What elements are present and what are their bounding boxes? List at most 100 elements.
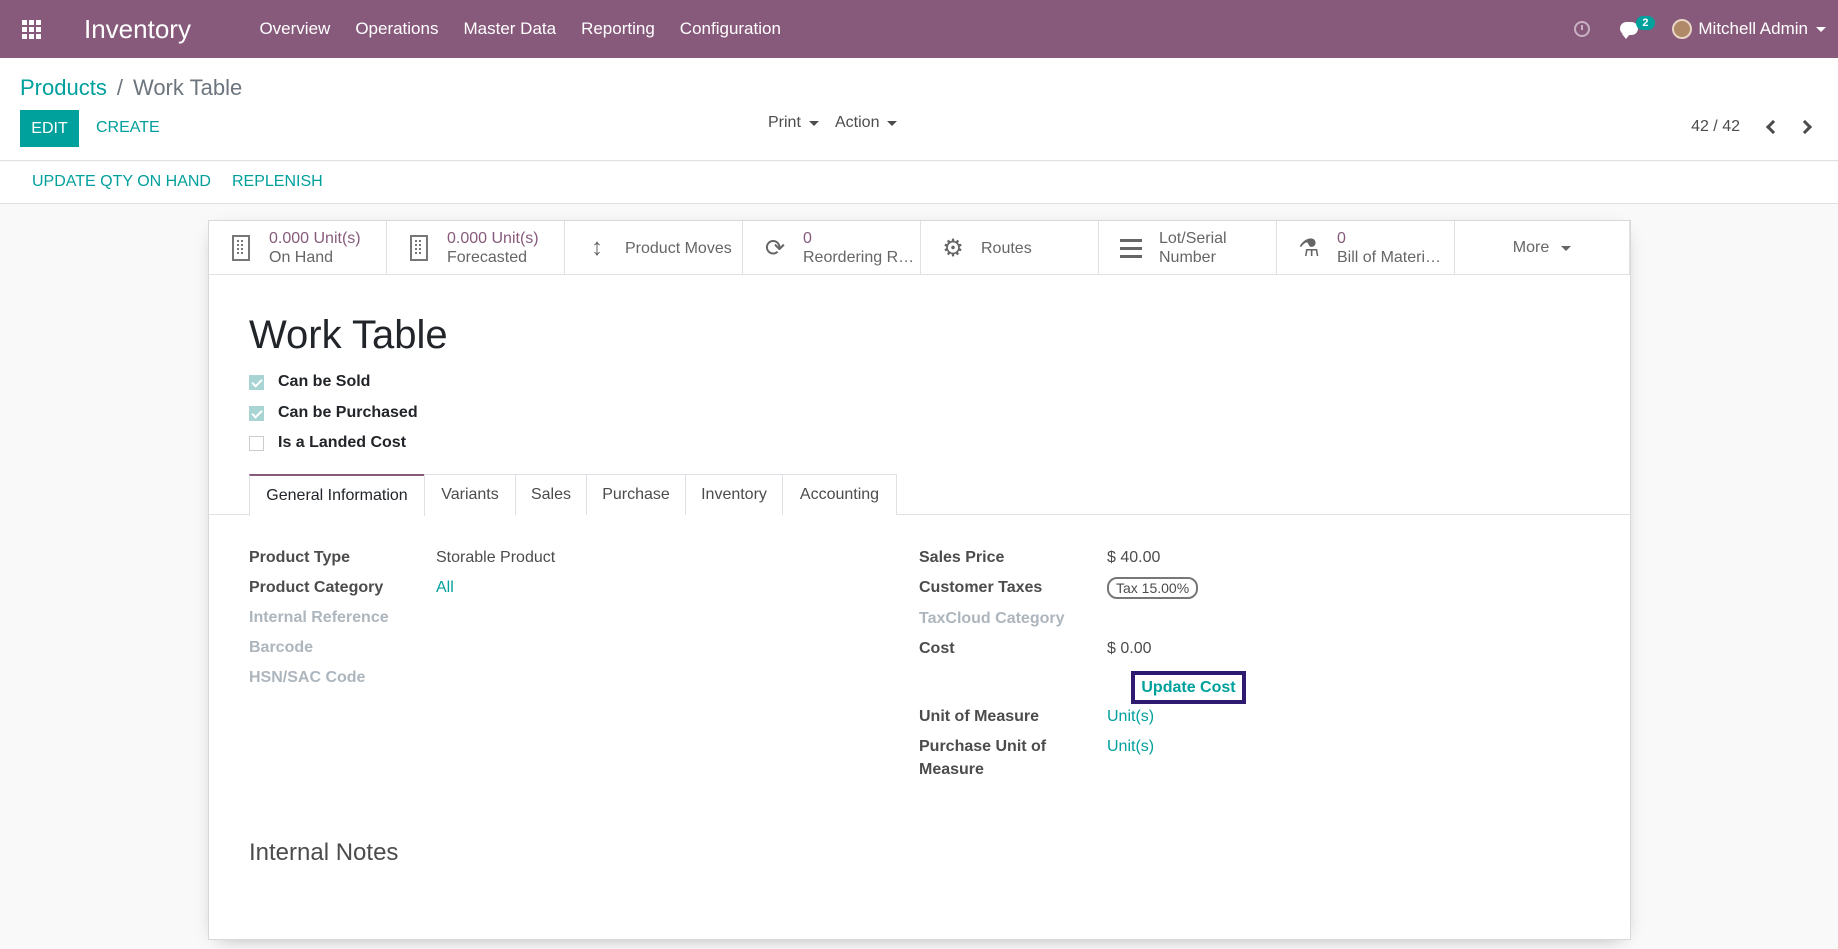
purchase-uom-label: Purchase Unit of Measure — [919, 738, 1046, 779]
lot-serial-label-2: Number — [1159, 249, 1216, 266]
messages-chat-icon[interactable]: 2 — [1620, 16, 1655, 39]
replenish-button[interactable]: REPLENISH — [232, 173, 323, 191]
breadcrumb: Products / Work Table — [20, 75, 242, 101]
tab-purchase[interactable]: Purchase — [586, 474, 686, 515]
unit-of-measure-link[interactable]: Unit(s) — [1107, 708, 1154, 726]
lot-serial-label: Lot/Serial — [1159, 230, 1227, 247]
customer-taxes-label: Customer Taxes — [919, 579, 1043, 596]
breadcrumb-current: Work Table — [132, 75, 243, 100]
create-button[interactable]: CREATE — [96, 119, 160, 137]
product-category-link[interactable]: All — [436, 579, 454, 597]
smart-buttons-bar: 0.000 Unit(s) On Hand 0.000 Unit(s) Fore… — [209, 221, 1630, 275]
customer-tax-tag: Tax 15.00% — [1107, 577, 1199, 599]
menu-item-configuration[interactable]: Configuration — [667, 19, 793, 39]
print-label: Print — [768, 114, 801, 131]
user-menu-caret-icon[interactable] — [1816, 26, 1826, 32]
tab-inventory[interactable]: Inventory — [685, 474, 783, 515]
flask-icon: ⚗ — [1298, 234, 1320, 262]
menu-item-operations[interactable]: Operations — [343, 19, 451, 39]
purchase-uom-label-line1: Purchase Unit of — [919, 738, 1047, 755]
form-statusbar: UPDATE QTY ON HAND REPLENISH — [0, 162, 1838, 204]
menu-item-reporting[interactable]: Reporting — [569, 19, 668, 39]
unit-of-measure-label: Unit of Measure — [919, 708, 1040, 725]
caret-down-icon — [887, 120, 898, 126]
product-type-value: Storable Product — [436, 549, 556, 566]
caret-down-icon — [808, 120, 819, 126]
list-icon — [1119, 234, 1143, 262]
can-be-purchased-label: Can be Purchased — [278, 404, 418, 421]
main-menu: Overview Operations Master Data Reportin… — [247, 19, 793, 39]
cost-label: Cost — [919, 640, 955, 657]
app-title[interactable]: Inventory — [84, 14, 191, 45]
on-hand-value: 0.000 Unit(s) — [269, 230, 361, 247]
forecasted-button[interactable]: 0.000 Unit(s) Forecasted — [387, 221, 565, 275]
action-dropdown[interactable]: Action — [835, 114, 898, 132]
tab-accounting[interactable]: Accounting — [782, 474, 897, 515]
barcode-label: Barcode — [249, 639, 314, 656]
purchase-uom-link[interactable]: Unit(s) — [1107, 738, 1154, 756]
more-button[interactable]: More — [1455, 221, 1630, 275]
hsn-sac-code-label: HSN/SAC Code — [249, 669, 366, 686]
user-menu[interactable]: Mitchell Admin — [1698, 19, 1808, 39]
print-dropdown[interactable]: Print — [768, 114, 819, 132]
pager: 42 / 42 — [1691, 118, 1813, 136]
product-category-label: Product Category — [249, 579, 384, 596]
action-label: Action — [835, 114, 880, 131]
bom-value: 0 — [1337, 230, 1346, 247]
tab-sales[interactable]: Sales — [515, 474, 587, 515]
can-be-purchased-row: Can be Purchased — [249, 404, 418, 422]
product-moves-button[interactable]: ↕ Product Moves — [565, 221, 743, 275]
product-name: Work Table — [249, 313, 448, 357]
apps-menu-icon[interactable] — [0, 0, 62, 58]
can-be-purchased-checkbox[interactable] — [249, 405, 264, 421]
next-chevron-icon[interactable] — [1797, 119, 1813, 135]
bom-label: Bill of Materi… — [1337, 249, 1442, 266]
cost-value: $ 0.00 — [1107, 640, 1152, 657]
reordering-rules-button[interactable]: ⟳ 0 Reordering R… — [743, 221, 921, 275]
update-cost-button[interactable]: Update Cost — [1131, 671, 1246, 704]
forecasted-value: 0.000 Unit(s) — [447, 230, 539, 247]
tab-general-information[interactable]: General Information — [249, 474, 425, 516]
building-icon — [229, 234, 253, 262]
breadcrumb-separator: / — [116, 75, 123, 100]
navbar-systray: 2 Mitchell Admin — [1574, 0, 1838, 58]
edit-button[interactable]: EDIT — [20, 110, 79, 147]
is-landed-cost-label: Is a Landed Cost — [278, 434, 407, 451]
lot-serial-button[interactable]: Lot/Serial Number — [1099, 221, 1277, 275]
notebook-tabs: General Information Variants Sales Purch… — [209, 474, 1630, 516]
menu-item-overview[interactable]: Overview — [247, 19, 343, 39]
taxcloud-category-label: TaxCloud Category — [919, 610, 1065, 627]
product-type-label: Product Type — [249, 549, 351, 566]
gears-icon: ⚙ — [942, 234, 964, 262]
update-qty-on-hand-button[interactable]: UPDATE QTY ON HAND — [32, 173, 211, 191]
previous-chevron-icon[interactable] — [1765, 119, 1781, 135]
breadcrumb-products[interactable]: Products — [20, 75, 107, 101]
refresh-icon: ⟳ — [764, 234, 786, 262]
menu-item-master-data[interactable]: Master Data — [451, 19, 569, 39]
can-be-sold-label: Can be Sold — [278, 373, 371, 390]
bill-of-materials-button[interactable]: ⚗ 0 Bill of Materi… — [1277, 221, 1455, 275]
product-moves-label: Product Moves — [625, 239, 732, 257]
internal-reference-label: Internal Reference — [249, 609, 389, 626]
can-be-sold-checkbox[interactable] — [249, 374, 264, 390]
reordering-value: 0 — [803, 230, 812, 247]
user-avatar[interactable] — [1672, 19, 1693, 39]
messages-badge: 2 — [1636, 16, 1655, 30]
on-hand-label: On Hand — [269, 249, 334, 266]
tab-variants[interactable]: Variants — [424, 474, 516, 515]
sales-price-value: $ 40.00 — [1107, 549, 1161, 566]
more-label: More — [1512, 239, 1550, 256]
form-sheet: 0.000 Unit(s) On Hand 0.000 Unit(s) Fore… — [208, 220, 1631, 940]
routes-button[interactable]: ⚙ Routes — [921, 221, 1099, 275]
can-be-sold-row: Can be Sold — [249, 373, 370, 391]
pager-value[interactable]: 42 / 42 — [1691, 118, 1740, 136]
purchase-uom-label-line2: Measure — [919, 761, 984, 778]
control-panel: Products / Work Table EDIT CREATE Print … — [0, 58, 1838, 161]
is-landed-cost-checkbox[interactable] — [249, 435, 264, 451]
on-hand-button[interactable]: 0.000 Unit(s) On Hand — [209, 221, 387, 275]
routes-label: Routes — [981, 239, 1032, 257]
activity-clock-icon[interactable] — [1574, 21, 1591, 37]
building-icon — [407, 234, 431, 262]
sales-price-label: Sales Price — [919, 549, 1005, 566]
top-navbar: Inventory Overview Operations Master Dat… — [0, 0, 1838, 58]
